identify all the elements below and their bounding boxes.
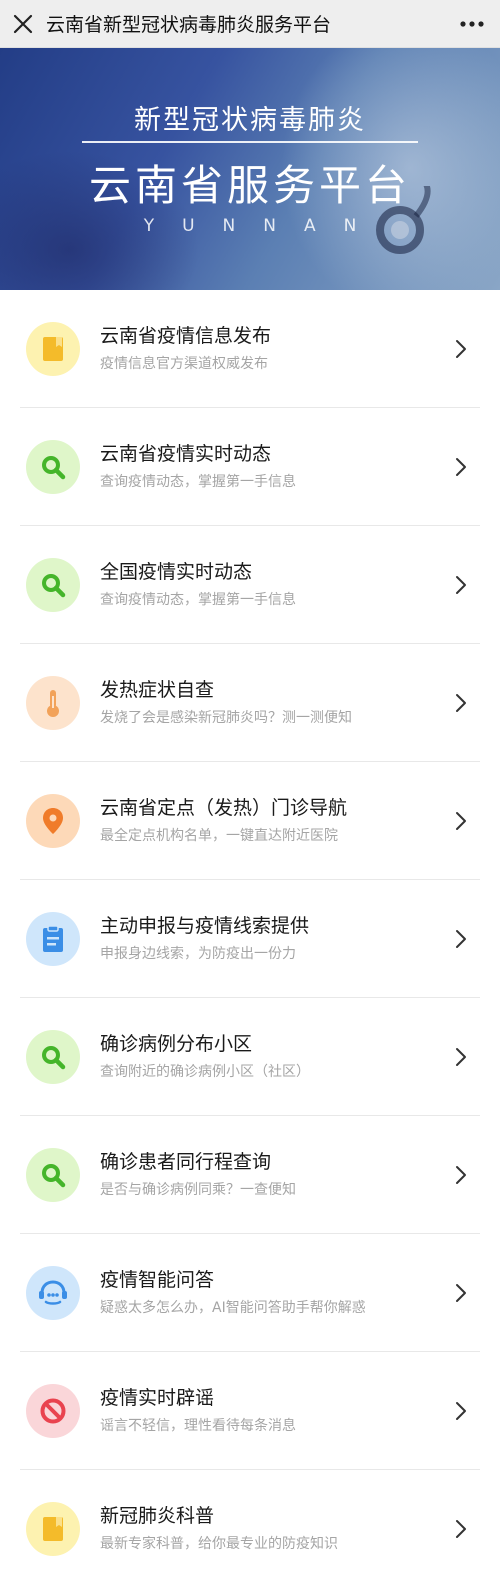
search-icon bbox=[26, 1029, 80, 1084]
chevron-right-icon bbox=[446, 929, 476, 949]
prohibited-icon bbox=[26, 1383, 80, 1438]
item-desc: 谣言不轻信，理性看待每条消息 bbox=[100, 1417, 296, 1434]
banner: 新型冠状病毒肺炎 云南省服务平台 YUNNAN bbox=[0, 48, 500, 290]
chevron-right-icon bbox=[446, 1165, 476, 1185]
item-title: 发热症状自查 bbox=[100, 678, 215, 701]
service-list: 云南省疫情信息发布 疫情信息官方渠道权威发布 云南省疫情实时动态 查询疫情动态，… bbox=[0, 290, 500, 1588]
item-title: 疫情实时辟谣 bbox=[100, 1386, 215, 1409]
search-icon bbox=[26, 1147, 80, 1202]
item-desc: 查询疫情动态，掌握第一手信息 bbox=[100, 591, 296, 608]
more-icon[interactable] bbox=[444, 0, 500, 48]
top-bar: 云南省新型冠状病毒肺炎服务平台 bbox=[0, 0, 500, 48]
chevron-right-icon bbox=[446, 457, 476, 477]
item-title: 新冠肺炎科普 bbox=[100, 1505, 215, 1527]
list-item-info-release[interactable]: 云南省疫情信息发布 疫情信息官方渠道权威发布 bbox=[20, 290, 480, 408]
item-title: 云南省疫情信息发布 bbox=[100, 324, 272, 347]
item-title: 云南省疫情实时动态 bbox=[100, 442, 272, 465]
list-item-fever-check[interactable]: 发热症状自查 发烧了会是感染新冠肺炎吗？测一测便知 bbox=[20, 644, 480, 762]
list-item-science[interactable]: 新冠肺炎科普 最新专家科普，给你最专业的防疫知识 bbox=[20, 1470, 480, 1588]
chevron-right-icon bbox=[446, 1047, 476, 1067]
chevron-right-icon bbox=[446, 693, 476, 713]
item-title: 确诊患者同行程查询 bbox=[100, 1150, 272, 1173]
item-title: 全国疫情实时动态 bbox=[100, 560, 253, 583]
chevron-right-icon bbox=[446, 811, 476, 831]
chevron-right-icon bbox=[446, 1519, 476, 1539]
item-desc: 最新专家科普，给你最专业的防疫知识 bbox=[100, 1536, 338, 1552]
item-desc: 是否与确诊病例同乘？一查便知 bbox=[100, 1181, 296, 1198]
list-item-report-clues[interactable]: 主动申报与疫情线索提供 申报身边线索，为防疫出一份力 bbox=[20, 880, 480, 998]
document-icon bbox=[26, 321, 80, 376]
item-desc: 最全定点机构名单，一键直达附近医院 bbox=[100, 827, 338, 844]
item-desc: 发烧了会是感染新冠肺炎吗？测一测便知 bbox=[100, 709, 352, 726]
banner-divider bbox=[82, 141, 418, 143]
location-pin-icon bbox=[26, 793, 80, 848]
chat-bot-icon bbox=[26, 1265, 80, 1320]
list-item-yunnan-dynamics[interactable]: 云南省疫情实时动态 查询疫情动态，掌握第一手信息 bbox=[20, 408, 480, 526]
item-title: 疫情智能问答 bbox=[100, 1268, 215, 1291]
chevron-right-icon bbox=[446, 1401, 476, 1421]
chevron-right-icon bbox=[446, 339, 476, 359]
list-item-ai-qa[interactable]: 疫情智能问答 疑惑太多怎么办，AI智能问答助手帮你解惑 bbox=[20, 1234, 480, 1352]
thermometer-icon bbox=[26, 675, 80, 730]
page-title: 云南省新型冠状病毒肺炎服务平台 bbox=[46, 14, 332, 36]
item-desc: 疫情信息官方渠道权威发布 bbox=[100, 355, 268, 372]
banner-subtitle: 新型冠状病毒肺炎 bbox=[134, 105, 366, 136]
item-title: 确诊病例分布小区 bbox=[100, 1032, 253, 1055]
stethoscope-icon bbox=[366, 182, 436, 270]
clipboard-icon bbox=[26, 911, 80, 966]
item-desc: 查询疫情动态，掌握第一手信息 bbox=[100, 473, 296, 490]
document-icon bbox=[26, 1502, 80, 1556]
item-desc: 疑惑太多怎么办，AI智能问答助手帮你解惑 bbox=[100, 1299, 366, 1316]
search-icon bbox=[26, 557, 80, 612]
item-desc: 申报身边线索，为防疫出一份力 bbox=[100, 945, 296, 962]
chevron-right-icon bbox=[446, 1283, 476, 1303]
list-item-same-trip[interactable]: 确诊患者同行程查询 是否与确诊病例同乘？一查便知 bbox=[20, 1116, 480, 1234]
item-desc: 查询附近的确诊病例小区（社区） bbox=[100, 1063, 310, 1080]
list-item-case-communities[interactable]: 确诊病例分布小区 查询附近的确诊病例小区（社区） bbox=[20, 998, 480, 1116]
item-title: 主动申报与疫情线索提供 bbox=[100, 914, 310, 937]
chevron-right-icon bbox=[446, 575, 476, 595]
list-item-clinic-navigation[interactable]: 云南省定点（发热）门诊导航 最全定点机构名单，一键直达附近医院 bbox=[20, 762, 480, 880]
item-title: 云南省定点（发热）门诊导航 bbox=[100, 796, 348, 819]
close-icon[interactable] bbox=[0, 0, 46, 48]
list-item-rumor-debunk[interactable]: 疫情实时辟谣 谣言不轻信，理性看待每条消息 bbox=[20, 1352, 480, 1470]
list-item-national-dynamics[interactable]: 全国疫情实时动态 查询疫情动态，掌握第一手信息 bbox=[20, 526, 480, 644]
search-icon bbox=[26, 439, 80, 494]
